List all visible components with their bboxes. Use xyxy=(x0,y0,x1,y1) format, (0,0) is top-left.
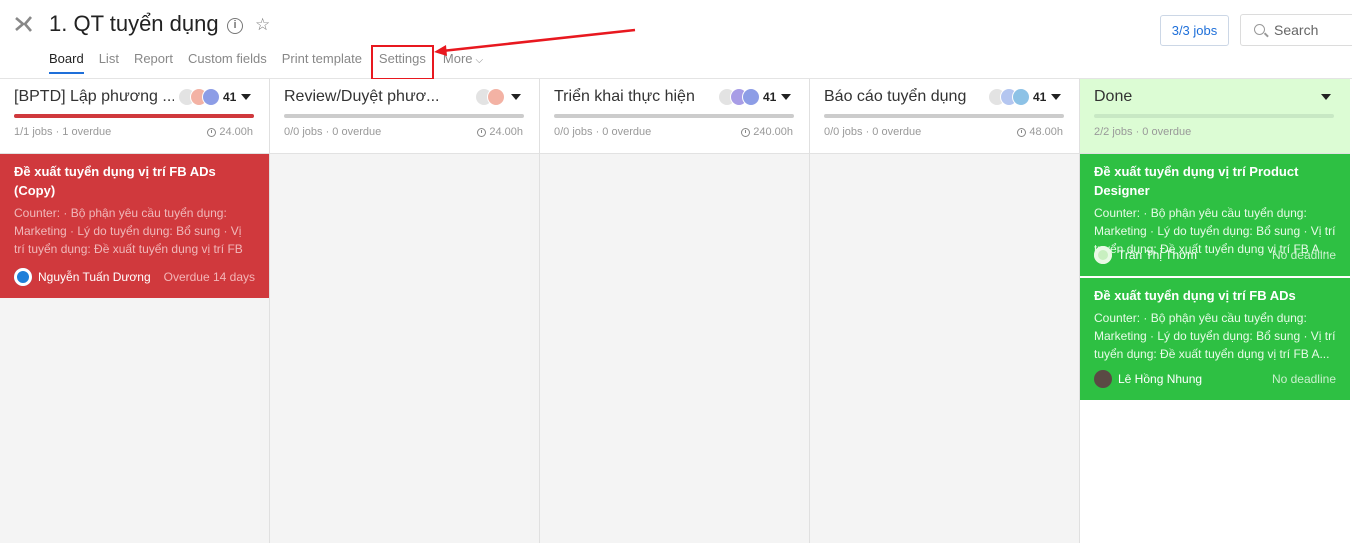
member-count: 41 xyxy=(1033,90,1047,104)
board-column: Triển khai thực hiện 41 0/0 jobs · 0 ove… xyxy=(540,79,810,543)
column-header: Done 2/2 jobs · 0 overdue xyxy=(1080,79,1350,154)
caret-down-icon[interactable] xyxy=(511,94,521,100)
column-hours: 24.00h xyxy=(477,126,523,138)
board-column: Review/Duyệt phươ... 0/0 jobs · 0 overdu… xyxy=(270,79,540,543)
column-progress-fill xyxy=(14,114,254,118)
caret-down-icon[interactable] xyxy=(1051,94,1061,100)
board-column: Báo cáo tuyển dụng 41 0/0 jobs · 0 overd… xyxy=(810,79,1080,543)
card-footer: Trần Thị Thơm No deadline xyxy=(1094,246,1336,264)
card-title: Đề xuất tuyển dụng vị trí FB ADs (Copy) xyxy=(14,164,216,198)
column-stats: 0/0 jobs · 0 overdue xyxy=(824,126,922,138)
tab-custom-fields[interactable]: Custom fields xyxy=(188,51,267,74)
column-hours-value: 24.00h xyxy=(219,126,253,138)
clock-icon xyxy=(1017,127,1027,137)
kanban-board: [BPTD] Lập phương ... 41 1/1 jobs · 1 ov… xyxy=(0,79,1352,543)
avatar xyxy=(202,88,220,106)
search-box[interactable] xyxy=(1240,14,1352,46)
card-assignee: Lê Hồng Nhung xyxy=(1118,372,1203,386)
search-icon xyxy=(1254,24,1265,35)
top-header: 1. QT tuyển dụng i ☆ Board List Report C… xyxy=(0,0,1352,80)
info-icon[interactable]: i xyxy=(227,18,243,34)
star-icon[interactable]: ☆ xyxy=(255,15,270,35)
column-stats: 2/2 jobs · 0 overdue xyxy=(1094,126,1192,138)
column-title[interactable]: Triển khai thực hiện xyxy=(554,88,695,106)
column-progress-bar xyxy=(824,114,1064,118)
view-tabs: Board List Report Custom fields Print te… xyxy=(49,45,483,80)
column-header: Báo cáo tuyển dụng 41 0/0 jobs · 0 overd… xyxy=(810,79,1079,154)
column-progress-bar xyxy=(1094,114,1334,118)
jobs-count-button[interactable]: 3/3 jobs xyxy=(1160,15,1229,46)
card-title: Đề xuất tuyển dụng vị trí FB ADs xyxy=(1094,288,1296,303)
column-hours-value: 240.00h xyxy=(753,126,793,138)
column-hours-value: 24.00h xyxy=(489,126,523,138)
caret-down-icon[interactable] xyxy=(781,94,791,100)
member-avatars[interactable]: 41 xyxy=(988,88,1046,106)
caret-down-icon[interactable] xyxy=(1321,94,1331,100)
column-hours-value: 48.00h xyxy=(1029,126,1063,138)
chevron-down-icon: ⌵ xyxy=(475,55,484,66)
tab-board[interactable]: Board xyxy=(49,51,84,74)
column-header: [BPTD] Lập phương ... 41 1/1 jobs · 1 ov… xyxy=(0,79,269,154)
card-description: Counter: · Bộ phận yêu cầu tuyển dụng: M… xyxy=(14,206,243,256)
avatar xyxy=(487,88,505,106)
column-progress-bar xyxy=(554,114,794,118)
clock-icon xyxy=(741,127,751,137)
tab-settings[interactable]: Settings xyxy=(370,45,434,80)
avatar xyxy=(1012,88,1030,106)
caret-down-icon[interactable] xyxy=(241,94,251,100)
column-progress-bar xyxy=(14,114,254,118)
member-avatars[interactable] xyxy=(475,88,505,106)
card-deadline-status: No deadline xyxy=(1271,372,1336,386)
member-count: 41 xyxy=(763,90,777,104)
column-title[interactable]: [BPTD] Lập phương ... xyxy=(14,88,174,106)
job-card[interactable]: Đề xuất tuyển dụng vị trí FB ADs Counter… xyxy=(1080,278,1350,402)
column-title[interactable]: Done xyxy=(1094,88,1132,106)
column-progress-bar xyxy=(284,114,524,118)
card-assignee: Nguyễn Tuấn Dương xyxy=(38,270,151,284)
avatar xyxy=(1094,370,1112,388)
clock-icon xyxy=(477,127,487,137)
card-description: Counter: · Bộ phận yêu cầu tuyển dụng: M… xyxy=(1094,311,1336,361)
card-deadline-status: No deadline xyxy=(1271,248,1336,262)
avatar xyxy=(742,88,760,106)
board-column: [BPTD] Lập phương ... 41 1/1 jobs · 1 ov… xyxy=(0,79,270,543)
column-hours: 24.00h xyxy=(207,126,253,138)
job-card[interactable]: Đề xuất tuyển dụng vị trí Product Design… xyxy=(1080,154,1350,278)
card-footer: Lê Hồng Nhung No deadline xyxy=(1094,370,1336,388)
tab-more[interactable]: More ⌵ xyxy=(443,51,483,74)
column-hours: 240.00h xyxy=(741,126,793,138)
card-footer: Nguyễn Tuấn Dương Overdue 14 days xyxy=(14,268,255,286)
tab-more-label: More xyxy=(442,51,473,66)
member-avatars[interactable]: 41 xyxy=(178,88,236,106)
tab-report[interactable]: Report xyxy=(134,51,173,74)
avatar xyxy=(14,268,32,286)
app-logo-icon[interactable] xyxy=(14,14,34,34)
column-stats: 0/0 jobs · 0 overdue xyxy=(284,126,382,138)
clock-icon xyxy=(207,127,217,137)
column-stats: 0/0 jobs · 0 overdue xyxy=(554,126,652,138)
card-title: Đề xuất tuyển dụng vị trí Product Design… xyxy=(1094,164,1299,198)
column-title[interactable]: Báo cáo tuyển dụng xyxy=(824,88,966,106)
page-title: 1. QT tuyển dụng xyxy=(49,11,219,36)
member-count: 41 xyxy=(223,90,237,104)
tab-print-template[interactable]: Print template xyxy=(282,51,362,74)
column-hours: 48.00h xyxy=(1017,126,1063,138)
tab-list[interactable]: List xyxy=(99,51,119,74)
job-card[interactable]: Đề xuất tuyển dụng vị trí FB ADs (Copy) … xyxy=(0,154,269,298)
card-deadline-status: Overdue 14 days xyxy=(163,270,255,284)
column-header: Triển khai thực hiện 41 0/0 jobs · 0 ove… xyxy=(540,79,809,154)
column-stats: 1/1 jobs · 1 overdue xyxy=(14,126,112,138)
member-avatars[interactable]: 41 xyxy=(718,88,776,106)
card-assignee: Trần Thị Thơm xyxy=(1118,248,1198,262)
search-input[interactable] xyxy=(1274,22,1352,38)
board-column-done: Done 2/2 jobs · 0 overdue Đề xuất tuyển … xyxy=(1080,79,1350,543)
column-header: Review/Duyệt phươ... 0/0 jobs · 0 overdu… xyxy=(270,79,539,154)
column-title[interactable]: Review/Duyệt phươ... xyxy=(284,88,439,106)
avatar xyxy=(1094,246,1112,264)
